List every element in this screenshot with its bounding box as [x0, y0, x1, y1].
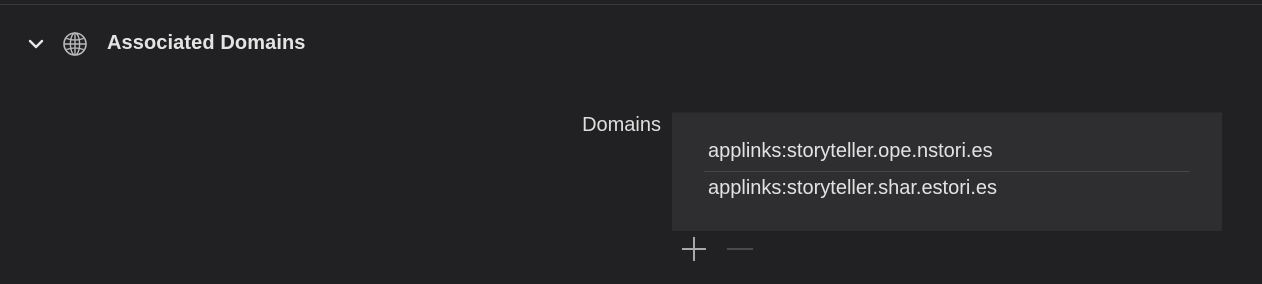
globe-icon [62, 31, 88, 57]
chevron-down-icon[interactable] [26, 34, 46, 54]
domain-row[interactable]: applinks:storyteller.ope.nstori.es [708, 140, 993, 163]
associated-domains-section-header: Associated Domains [0, 24, 1262, 64]
remove-domain-button[interactable] [726, 235, 754, 263]
add-domain-button[interactable] [680, 235, 708, 263]
domain-row[interactable]: applinks:storyteller.shar.estori.es [708, 177, 997, 200]
domains-label: Domains [582, 114, 661, 136]
domains-table[interactable]: applinks:storyteller.ope.nstori.es appli… [672, 112, 1222, 231]
minus-icon [727, 248, 753, 250]
plus-icon [682, 237, 706, 261]
row-divider [704, 171, 1190, 172]
top-divider [0, 4, 1262, 5]
section-title: Associated Domains [107, 32, 306, 54]
